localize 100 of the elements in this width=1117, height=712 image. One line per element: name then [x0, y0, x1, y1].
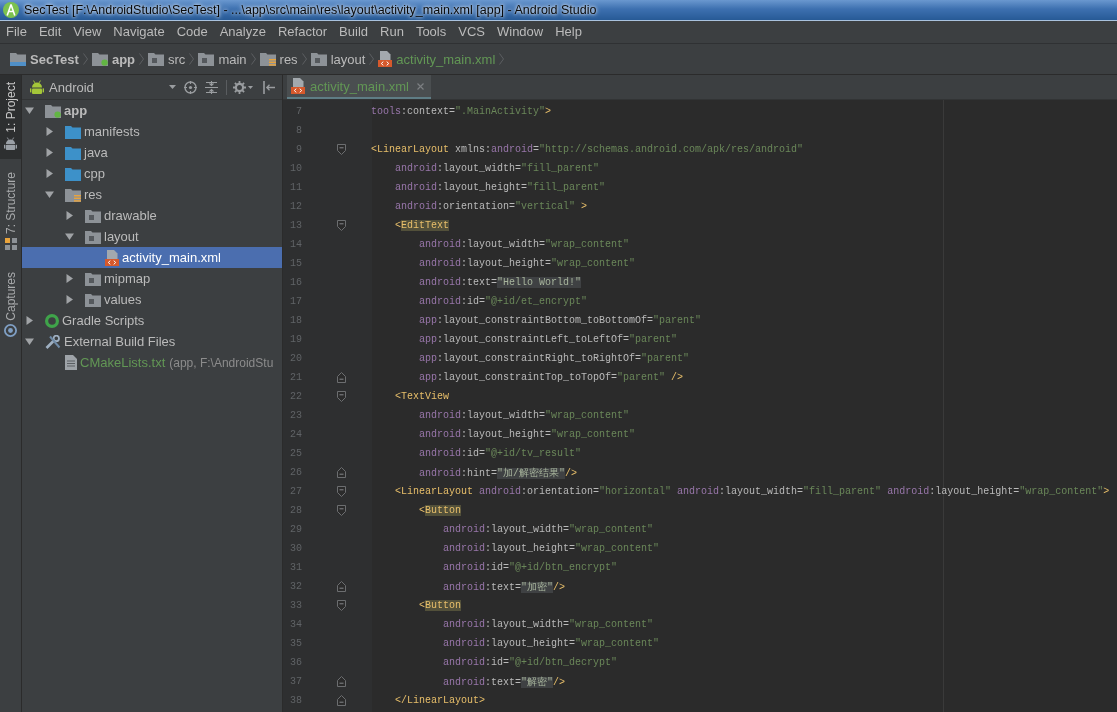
menu-item[interactable]: Run — [374, 22, 410, 42]
code-line: android:text="Hello World!" — [419, 277, 582, 288]
crosshair-icon[interactable] — [184, 80, 197, 94]
menu-item[interactable]: Window — [490, 22, 550, 42]
chevron-icon — [82, 53, 88, 65]
fold-marker-icon[interactable] — [337, 581, 346, 592]
breadcrumb-item[interactable]: app — [91, 51, 136, 67]
tree-item[interactable]: cpp — [45, 163, 105, 184]
breadcrumb-item[interactable]: SecTest — [10, 51, 79, 67]
tool-window-tab[interactable]: 1: Project — [0, 75, 21, 159]
lens-icon — [4, 324, 17, 338]
tree-item[interactable]: CMakeLists.txt (app, F:\AndroidStu — [65, 352, 274, 373]
caret-right-icon[interactable] — [45, 148, 54, 157]
tree-item[interactable]: External Build Files — [25, 331, 176, 352]
collapse-all-icon[interactable] — [205, 80, 218, 94]
fold-marker-icon[interactable] — [337, 695, 346, 706]
breadcrumb-item[interactable]: main — [198, 51, 247, 67]
menu-item[interactable]: Build — [333, 22, 374, 42]
fold-marker-icon[interactable] — [337, 676, 346, 687]
fold-marker-icon[interactable] — [337, 600, 346, 611]
tree-item[interactable]: Gradle Scripts — [25, 310, 145, 331]
code-line: </LinearLayout> — [395, 695, 486, 706]
code-line: tools:context=".MainActivity"> — [371, 106, 552, 117]
code-line: <EditText — [395, 220, 450, 231]
fold-marker-icon[interactable] — [337, 144, 346, 155]
code-line: app:layout_constraintTop_toTopOf="parent" /> — [419, 372, 684, 383]
fold-marker-icon[interactable] — [337, 486, 346, 497]
tool-window-tab[interactable]: Captures — [0, 264, 21, 347]
code-line: android:id="@+id/tv_result" — [419, 448, 582, 459]
chevron-icon — [250, 53, 256, 65]
android-icon — [4, 136, 17, 150]
caret-right-icon[interactable] — [45, 127, 54, 136]
code-line: android:id="@+id/btn_encrypt" — [443, 562, 618, 573]
code-line: <LinearLayout xmlns:android="http://schemas.android.com/apk/res/android" — [371, 144, 804, 155]
gear-icon[interactable] — [233, 80, 246, 94]
menu-item[interactable]: Help — [549, 22, 588, 42]
fold-marker-icon[interactable] — [337, 467, 346, 478]
caret-right-icon[interactable] — [25, 316, 34, 325]
folder-icon — [310, 52, 327, 66]
breadcrumb-item[interactable]: layout — [310, 51, 366, 67]
folder-icon — [65, 124, 81, 139]
path-hint: (app, F:\AndroidStu — [169, 355, 274, 370]
caret-down-icon[interactable] — [65, 232, 74, 241]
folder-icon — [65, 145, 81, 160]
caret-right-icon[interactable] — [65, 295, 74, 304]
code-line: android:layout_width="wrap_content" — [419, 410, 630, 421]
fold-marker-icon[interactable] — [337, 372, 346, 383]
breadcrumb-item[interactable]: res — [259, 51, 298, 67]
menu-item[interactable]: Refactor — [271, 22, 334, 42]
close-icon[interactable] — [416, 82, 424, 90]
chevron-icon — [369, 53, 375, 65]
bar-arrow-icon[interactable] — [263, 80, 275, 94]
code-line: android:layout_width="fill_parent" — [395, 163, 600, 174]
caret-down-icon[interactable] — [25, 106, 34, 115]
folder-icon — [65, 166, 81, 181]
tree-item[interactable]: mipmap — [65, 268, 151, 289]
menu-item[interactable]: Tools — [409, 22, 453, 42]
fold-marker-icon[interactable] — [337, 220, 346, 231]
tree-item[interactable]: res — [45, 184, 103, 205]
view-selector[interactable]: Android — [30, 79, 176, 95]
tree-item[interactable]: app — [25, 100, 88, 121]
xml-file-icon — [291, 78, 305, 94]
window-title: SecTest [F:\AndroidStudio\SecTest] - ...\app\src\main\res\layout\activity_main.xml [app] - Android Studio — [24, 3, 597, 17]
caret-down-icon[interactable] — [45, 190, 54, 199]
code-line: android:id="@+id/btn_decrypt" — [443, 657, 618, 668]
menu-item[interactable]: Analyze — [213, 22, 272, 42]
project-folder-icon — [10, 52, 26, 66]
fold-marker-icon[interactable] — [337, 391, 346, 402]
tree-item[interactable]: activity_main.xml — [22, 247, 282, 268]
tree-item[interactable]: layout — [65, 226, 139, 247]
folder-icon — [85, 292, 101, 307]
caret-right-icon[interactable] — [45, 169, 54, 178]
code-line: android:orientation="vertical" > — [395, 201, 588, 212]
folder-icon — [148, 52, 165, 66]
menu-item[interactable]: VCS — [452, 22, 491, 42]
caret-down-icon[interactable] — [25, 337, 34, 346]
caret-icon[interactable] — [248, 85, 253, 89]
folder-icon — [85, 208, 101, 223]
tool-window-tab[interactable]: 7: Structure — [0, 164, 21, 259]
menu-item[interactable]: Edit — [32, 22, 68, 42]
code-line: <LinearLayout android:orientation="horizontal" android:layout_width="fill_parent" android:layout_height="wrap_content"> — [395, 486, 1110, 497]
menu-item[interactable]: View — [67, 22, 108, 42]
breadcrumb-item[interactable]: src — [148, 51, 186, 67]
breadcrumb-item[interactable]: activity_main.xml — [378, 51, 496, 67]
menu-item[interactable]: Navigate — [107, 22, 171, 42]
code-line: android:layout_height="wrap_content" — [443, 638, 660, 649]
code-line: <TextView — [395, 391, 450, 402]
caret-right-icon[interactable] — [65, 274, 74, 283]
caret-right-icon[interactable] — [65, 211, 74, 220]
fold-marker-icon[interactable] — [337, 505, 346, 516]
tree-item[interactable]: manifests — [45, 121, 140, 142]
menu-item[interactable]: File — [0, 22, 33, 42]
code-line: android:layout_width="wrap_content" — [419, 239, 630, 250]
code-line: <Button — [419, 505, 462, 516]
tree-item[interactable]: java — [45, 142, 108, 163]
menu-item[interactable]: Code — [170, 22, 214, 42]
code-line: android:layout_width="wrap_content" — [443, 619, 654, 630]
tree-item[interactable]: values — [65, 289, 142, 310]
tree-item[interactable]: drawable — [65, 205, 157, 226]
chevron-icon — [499, 53, 505, 65]
